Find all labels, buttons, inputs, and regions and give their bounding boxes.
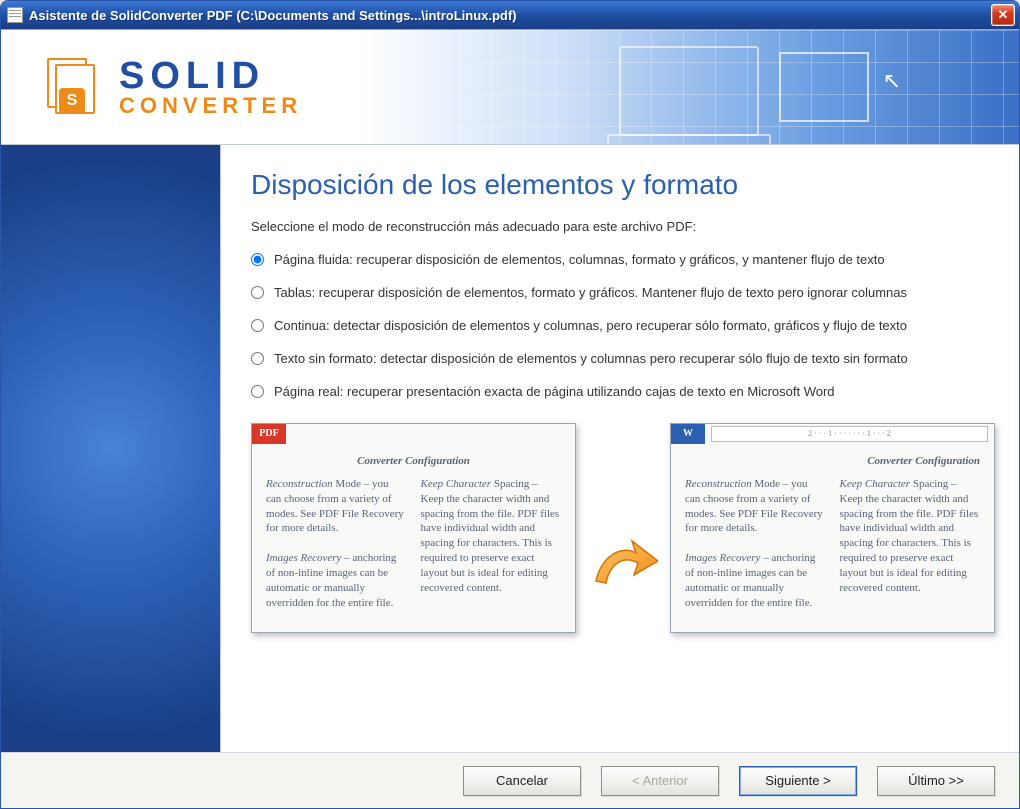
options-group: Página fluida: recuperar disposición de … xyxy=(251,252,995,399)
option-label: Texto sin formato: detectar disposición … xyxy=(274,351,908,366)
window-title: Asistente de SolidConverter PDF (C:\Docu… xyxy=(29,8,991,23)
main-panel: Disposición de los elementos y formato S… xyxy=(221,145,1019,752)
preview-row: PDF Converter Configuration Reconstructi… xyxy=(251,413,995,742)
body: Disposición de los elementos y formato S… xyxy=(1,145,1019,752)
next-button[interactable]: Siguiente > xyxy=(739,766,857,796)
pdf-preview: PDF Converter Configuration Reconstructi… xyxy=(251,423,576,633)
back-button[interactable]: < Anterior xyxy=(601,766,719,796)
page-heading: Disposición de los elementos y formato xyxy=(251,169,995,201)
app-icon xyxy=(7,7,23,23)
client-area: ↖ S SOLID CONVERTER Disposición de los e… xyxy=(1,29,1019,808)
radio-continuous[interactable] xyxy=(251,319,264,332)
logo-text: SOLID CONVERTER xyxy=(119,57,302,117)
word-col1-title: Reconstruction xyxy=(685,478,752,490)
pdf-col1-title: Reconstruction xyxy=(266,478,333,490)
pdf-doc-title: Converter Configuration xyxy=(266,454,561,469)
word-badge: W xyxy=(671,424,705,444)
word-col1b-title: Images Recovery xyxy=(685,552,760,564)
word-ruler: 2 · · · 1 · · · · · · · 1 · · · 2 xyxy=(711,426,988,442)
logo-line1: SOLID xyxy=(119,57,302,95)
sidebar xyxy=(1,145,221,752)
laptop-icon xyxy=(619,46,759,136)
conversion-arrow-icon xyxy=(588,533,658,603)
radio-plain-text[interactable] xyxy=(251,352,264,365)
option-flowing-page[interactable]: Página fluida: recuperar disposición de … xyxy=(251,252,995,267)
close-icon: ✕ xyxy=(998,7,1009,23)
option-tables[interactable]: Tablas: recuperar disposición de element… xyxy=(251,285,995,300)
cursor-icon: ↖ xyxy=(883,68,901,94)
pdf-badge: PDF xyxy=(252,424,286,444)
option-plain-text[interactable]: Texto sin formato: detectar disposición … xyxy=(251,351,995,366)
radio-exact-page[interactable] xyxy=(251,385,264,398)
pdf-col1b-title: Images Recovery xyxy=(266,552,341,564)
pdf-col2-title: Keep Character xyxy=(421,478,492,490)
banner: ↖ S SOLID CONVERTER xyxy=(1,30,1019,145)
logo-line2: CONVERTER xyxy=(119,95,302,117)
last-button[interactable]: Último >> xyxy=(877,766,995,796)
word-doc-title: Converter Configuration xyxy=(685,454,980,469)
cancel-button[interactable]: Cancelar xyxy=(463,766,581,796)
instructions: Seleccione el modo de reconstrucción más… xyxy=(251,219,995,234)
option-continuous[interactable]: Continua: detectar disposición de elemen… xyxy=(251,318,995,333)
option-label: Página real: recuperar presentación exac… xyxy=(274,384,835,399)
logo: S SOLID CONVERTER xyxy=(47,57,302,117)
titlebar[interactable]: Asistente de SolidConverter PDF (C:\Docu… xyxy=(1,1,1019,29)
logo-mark: S xyxy=(47,58,105,116)
word-preview: W 2 · · · 1 · · · · · · · 1 · · · 2 Conv… xyxy=(670,423,995,633)
word-col2-body: Spacing – Keep the character width and s… xyxy=(840,478,979,594)
logo-badge: S xyxy=(59,88,85,114)
close-button[interactable]: ✕ xyxy=(991,4,1015,26)
option-exact-page[interactable]: Página real: recuperar presentación exac… xyxy=(251,384,995,399)
radio-flowing-page[interactable] xyxy=(251,253,264,266)
pdf-col2-body: Spacing – Keep the character width and s… xyxy=(421,478,560,594)
button-bar: Cancelar < Anterior Siguiente > Último >… xyxy=(1,752,1019,808)
word-col2-title: Keep Character xyxy=(840,478,911,490)
wizard-window: Asistente de SolidConverter PDF (C:\Docu… xyxy=(0,0,1020,809)
option-label: Página fluida: recuperar disposición de … xyxy=(274,252,885,267)
radio-tables[interactable] xyxy=(251,286,264,299)
option-label: Tablas: recuperar disposición de element… xyxy=(274,285,907,300)
option-label: Continua: detectar disposición de elemen… xyxy=(274,318,907,333)
screen-icon xyxy=(779,52,869,122)
